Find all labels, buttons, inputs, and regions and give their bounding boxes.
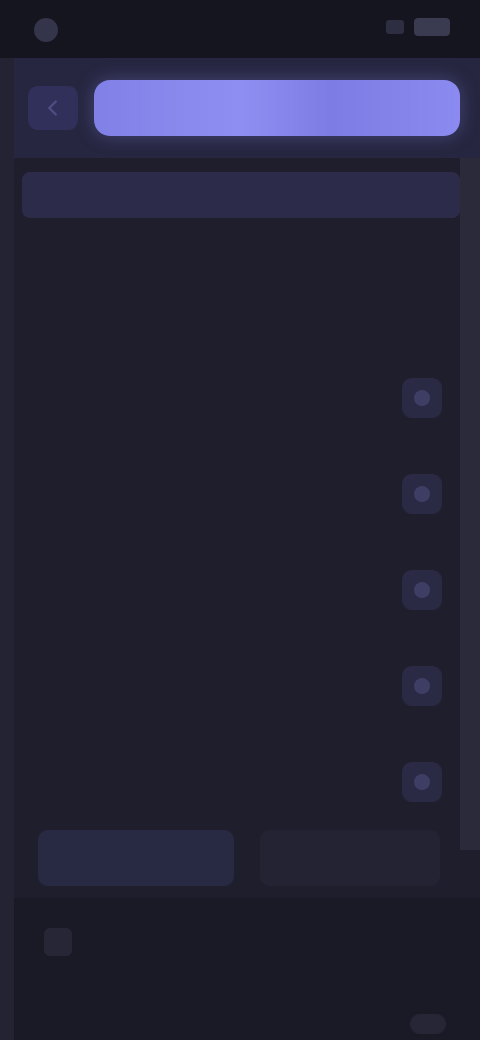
- header: [14, 58, 480, 158]
- row-toggle[interactable]: [402, 378, 442, 418]
- row-toggle[interactable]: [402, 762, 442, 802]
- info-banner[interactable]: [22, 172, 460, 218]
- section-header: [38, 250, 458, 270]
- toggle-icon: [414, 582, 430, 598]
- settings-row[interactable]: [38, 754, 442, 818]
- primary-action-button[interactable]: [38, 830, 234, 886]
- settings-row[interactable]: [38, 466, 442, 530]
- scrollbar[interactable]: [460, 150, 480, 850]
- signal-icon: [386, 20, 404, 34]
- battery-icon: [414, 18, 450, 36]
- toggle-icon: [414, 774, 430, 790]
- back-button[interactable]: [28, 86, 78, 130]
- chevron-left-icon: [47, 100, 57, 116]
- row-toggle[interactable]: [402, 666, 442, 706]
- footer-panel: [14, 898, 480, 1040]
- toggle-icon: [414, 486, 430, 502]
- row-toggle[interactable]: [402, 570, 442, 610]
- page-title-pill[interactable]: [94, 80, 460, 136]
- row-toggle[interactable]: [402, 474, 442, 514]
- toggle-icon: [414, 390, 430, 406]
- status-bar: [0, 0, 480, 58]
- footer-badge[interactable]: [410, 1014, 446, 1034]
- settings-row[interactable]: [38, 562, 442, 626]
- toggle-icon: [414, 678, 430, 694]
- settings-row[interactable]: [38, 370, 442, 434]
- status-app-icon: [34, 18, 58, 42]
- status-indicators: [376, 18, 450, 36]
- settings-row[interactable]: [38, 658, 442, 722]
- left-rail: [0, 58, 14, 1040]
- secondary-action-button[interactable]: [260, 830, 440, 886]
- app-icon: [44, 928, 72, 956]
